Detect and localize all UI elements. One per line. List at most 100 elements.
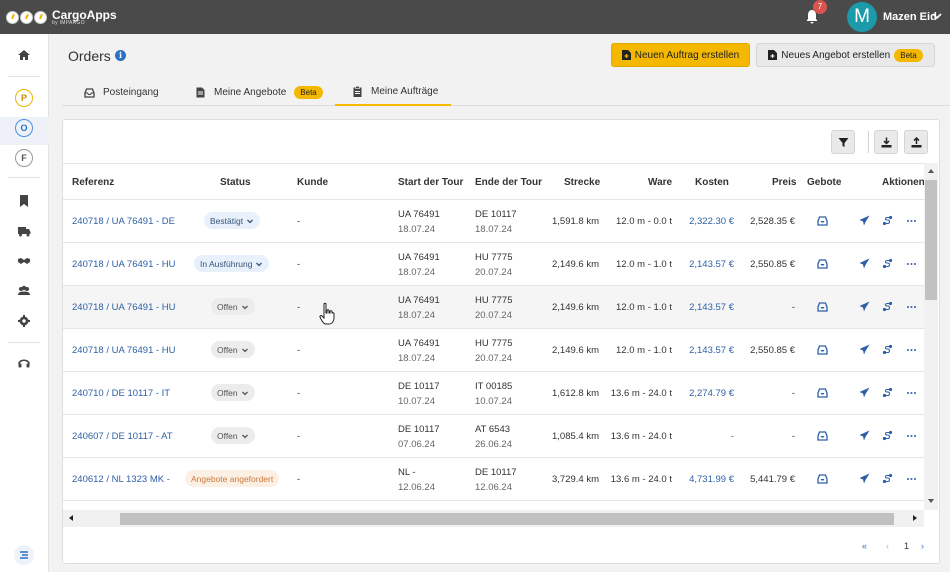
table-row[interactable]: 240612 / NL 1323 MK - Angebote angeforder…: [63, 458, 924, 501]
column-header-gebote[interactable]: Gebote: [807, 177, 841, 188]
inbox-icon[interactable]: [817, 344, 828, 355]
filter-button[interactable]: [831, 130, 855, 154]
send-icon[interactable]: [859, 344, 870, 355]
more-options-icon[interactable]: [906, 301, 917, 312]
send-icon[interactable]: [859, 301, 870, 312]
current-page[interactable]: 1: [904, 541, 909, 551]
scroll-right-arrow-icon[interactable]: [911, 514, 919, 522]
sidebar-item-o[interactable]: O: [15, 119, 33, 137]
table-row[interactable]: 240607 / DE 10117 - AT Offen - DE 10117 07.0…: [63, 415, 924, 458]
user-name[interactable]: Mazen Eid: [883, 11, 937, 23]
more-options-icon[interactable]: [906, 215, 917, 226]
new-order-button[interactable]: Neuen Auftrag erstellen: [611, 43, 750, 67]
route-icon[interactable]: [882, 301, 893, 312]
next-page-icon[interactable]: ›: [921, 541, 924, 551]
download-button[interactable]: [874, 130, 898, 154]
column-header-ware[interactable]: Ware: [648, 177, 672, 188]
first-page-icon[interactable]: «: [862, 541, 867, 551]
column-header-strecke[interactable]: Strecke: [564, 177, 600, 188]
reference-link[interactable]: 240710 / DE 10117 - IT: [72, 388, 175, 399]
sidebar-item-p[interactable]: P: [15, 89, 33, 107]
chevron-down-icon[interactable]: [931, 10, 943, 22]
previous-page-icon[interactable]: ‹: [886, 541, 889, 551]
truck-icon[interactable]: [17, 224, 31, 238]
upload-button[interactable]: [904, 130, 928, 154]
tab-posteingang[interactable]: Posteingang: [84, 78, 159, 106]
cost-cell[interactable]: 2,322.30 €: [689, 216, 734, 227]
inbox-icon[interactable]: [817, 473, 828, 484]
tab-meine-angebote[interactable]: Meine Angebote Beta: [195, 78, 323, 106]
inbox-icon[interactable]: [817, 430, 828, 441]
column-header-kosten[interactable]: Kosten: [695, 177, 729, 188]
status-dropdown[interactable]: Offen: [211, 427, 255, 444]
route-icon[interactable]: [882, 430, 893, 441]
status-dropdown[interactable]: Offen: [211, 298, 255, 315]
status-dropdown[interactable]: Offen: [211, 384, 255, 401]
table-row[interactable]: 240718 / UA 76491 - HU Offen - UA 76491 18.0…: [63, 286, 924, 329]
status-dropdown[interactable]: Offen: [211, 341, 255, 358]
info-icon[interactable]: i: [115, 50, 126, 61]
route-icon[interactable]: [882, 344, 893, 355]
column-header-start[interactable]: Start der Tour: [398, 177, 463, 188]
new-offer-button[interactable]: Neues Angebot erstellen Beta: [756, 43, 935, 67]
column-header-preis[interactable]: Preis: [772, 177, 796, 188]
more-options-icon[interactable]: [906, 473, 917, 484]
more-options-icon[interactable]: [906, 387, 917, 398]
reference-link[interactable]: 240718 / UA 76491 - HU: [72, 345, 175, 356]
route-icon[interactable]: [882, 258, 893, 269]
route-icon[interactable]: [882, 473, 893, 484]
column-header-status[interactable]: Status: [220, 177, 251, 188]
horizontal-scrollbar-thumb[interactable]: [120, 513, 894, 525]
tab-meine-auftraege[interactable]: Meine Aufträge: [335, 78, 451, 106]
cost-cell[interactable]: 2,143.57 €: [689, 302, 734, 313]
column-header-referenz[interactable]: Referenz: [72, 177, 114, 188]
status-dropdown[interactable]: Bestätigt: [204, 212, 261, 229]
send-icon[interactable]: [859, 430, 870, 441]
cost-cell[interactable]: 2,143.57 €: [689, 345, 734, 356]
app-logo[interactable]: CargoApps by IMPARGO: [6, 9, 117, 26]
table-row[interactable]: 240718 / UA 76491 - HU In Ausführung - UA 7…: [63, 243, 924, 286]
distance-cell: 2,149.6 km: [552, 345, 599, 356]
inbox-icon[interactable]: [817, 301, 828, 312]
more-options-icon[interactable]: [906, 430, 917, 441]
cost-cell[interactable]: 2,274.79 €: [689, 388, 734, 399]
bookmark-icon[interactable]: [17, 194, 31, 208]
more-options-icon[interactable]: [906, 258, 917, 269]
send-icon[interactable]: [859, 473, 870, 484]
status-dropdown[interactable]: In Ausführung: [194, 255, 270, 272]
inbox-icon[interactable]: [817, 215, 828, 226]
table-row[interactable]: 240718 / UA 76491 - HU Offen - UA 76491 18.0…: [63, 329, 924, 372]
users-icon[interactable]: [17, 284, 31, 298]
home-icon[interactable]: [17, 48, 31, 62]
handshake-icon[interactable]: [17, 254, 31, 268]
sidebar-item-f[interactable]: F: [15, 149, 33, 167]
scroll-down-arrow-icon[interactable]: [927, 497, 935, 505]
route-icon[interactable]: [882, 215, 893, 226]
table-row[interactable]: 240710 / DE 10117 - IT Offen - DE 10117 10.0…: [63, 372, 924, 415]
route-icon[interactable]: [882, 387, 893, 398]
headset-icon[interactable]: [17, 356, 31, 370]
column-header-ende[interactable]: Ende der Tour: [475, 177, 542, 188]
avatar[interactable]: M: [847, 2, 877, 32]
sidebar-toggle-button[interactable]: [14, 545, 34, 565]
inbox-icon[interactable]: [817, 258, 828, 269]
cost-cell[interactable]: 4,731.99 €: [689, 474, 734, 485]
column-header-aktionen[interactable]: Aktionen: [882, 177, 925, 188]
more-options-icon[interactable]: [906, 344, 917, 355]
send-icon[interactable]: [859, 215, 870, 226]
scroll-up-arrow-icon[interactable]: [927, 167, 935, 175]
column-header-kunde[interactable]: Kunde: [297, 177, 328, 188]
inbox-icon[interactable]: [817, 387, 828, 398]
cost-cell[interactable]: 2,143.57 €: [689, 259, 734, 270]
gear-icon[interactable]: [17, 314, 31, 328]
send-icon[interactable]: [859, 387, 870, 398]
reference-link[interactable]: 240718 / UA 76491 - HU: [72, 259, 175, 270]
reference-link[interactable]: 240607 / DE 10117 - AT: [72, 431, 175, 442]
reference-link[interactable]: 240718 / UA 76491 - HU: [72, 302, 175, 313]
reference-link[interactable]: 240718 / UA 76491 - DE: [72, 216, 175, 227]
reference-link[interactable]: 240612 / NL 1323 MK -: [72, 474, 175, 485]
vertical-scrollbar-thumb[interactable]: [925, 180, 937, 300]
send-icon[interactable]: [859, 258, 870, 269]
table-row[interactable]: 240718 / UA 76491 - DE Bestätigt - UA 76491…: [63, 200, 924, 243]
scroll-left-arrow-icon[interactable]: [67, 514, 75, 522]
